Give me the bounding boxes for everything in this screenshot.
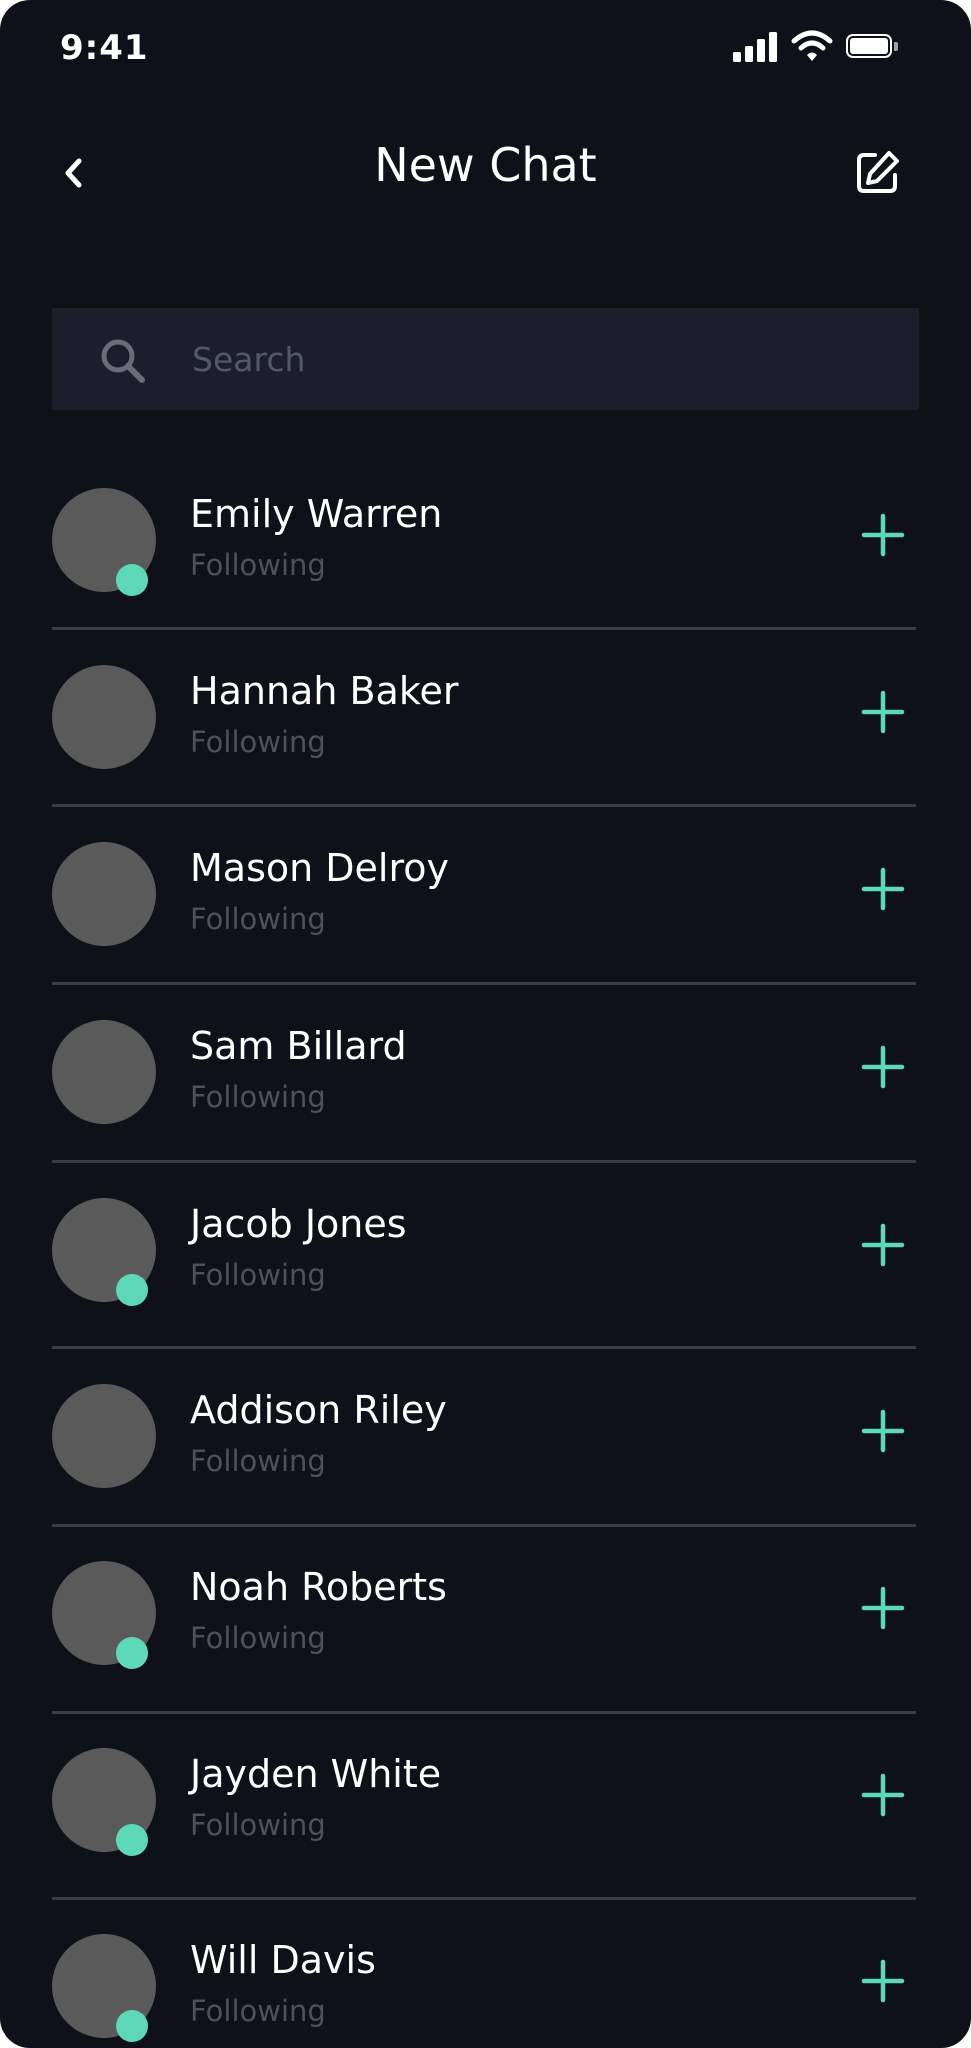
divider [52, 804, 916, 807]
contact-row[interactable]: Jayden White Following [52, 1748, 916, 1918]
contact-row[interactable]: Mason Delroy Following [52, 842, 916, 1012]
contact-name: Sam Billard [190, 1024, 407, 1068]
online-status-dot [116, 1824, 148, 1856]
contact-row[interactable]: Emily Warren Following [52, 488, 916, 658]
plus-icon [861, 1409, 905, 1453]
plus-icon [861, 690, 905, 734]
divider [52, 1160, 916, 1163]
add-contact-button[interactable] [860, 1222, 906, 1268]
plus-icon [861, 1223, 905, 1267]
contact-status: Following [190, 1444, 326, 1478]
plus-icon [861, 1959, 905, 2003]
contact-row[interactable]: Sam Billard Following [52, 1020, 916, 1190]
divider [52, 982, 916, 985]
add-contact-button[interactable] [860, 1958, 906, 2004]
contact-name: Will Davis [190, 1938, 376, 1982]
contact-name: Hannah Baker [190, 669, 459, 713]
plus-icon [861, 1586, 905, 1630]
contact-status: Following [190, 1621, 326, 1655]
divider [52, 1346, 916, 1349]
contact-row[interactable]: Jacob Jones Following [52, 1198, 916, 1368]
contact-row[interactable]: Addison Riley Following [52, 1384, 916, 1554]
contact-row[interactable]: Hannah Baker Following [52, 665, 916, 835]
contact-status: Following [190, 1258, 326, 1292]
divider [52, 1524, 916, 1527]
add-contact-button[interactable] [860, 1044, 906, 1090]
plus-icon [861, 867, 905, 911]
contact-status: Following [190, 1808, 326, 1842]
contact-name: Emily Warren [190, 492, 443, 536]
online-status-dot [116, 1637, 148, 1669]
contact-status: Following [190, 725, 326, 759]
avatar [52, 1384, 156, 1488]
contact-name: Jayden White [190, 1752, 442, 1796]
contact-status: Following [190, 1080, 326, 1114]
contact-status: Following [190, 902, 326, 936]
avatar [52, 1020, 156, 1124]
phone-screen: 9:41 New Chat Search Emily Warren Follow… [0, 0, 971, 2048]
avatar [52, 665, 156, 769]
contact-row[interactable]: Noah Roberts Following [52, 1561, 916, 1731]
contact-list: Emily Warren Following Hannah Baker Followi… [0, 0, 971, 2048]
add-contact-button[interactable] [860, 1585, 906, 1631]
online-status-dot [116, 1274, 148, 1306]
contact-status: Following [190, 548, 326, 582]
contact-name: Addison Riley [190, 1388, 447, 1432]
add-contact-button[interactable] [860, 866, 906, 912]
contact-name: Jacob Jones [190, 1202, 407, 1246]
add-contact-button[interactable] [860, 1408, 906, 1454]
contact-name: Mason Delroy [190, 846, 450, 890]
divider [52, 627, 916, 630]
plus-icon [861, 1045, 905, 1089]
online-status-dot [116, 564, 148, 596]
add-contact-button[interactable] [860, 1772, 906, 1818]
avatar [52, 842, 156, 946]
contact-name: Noah Roberts [190, 1565, 447, 1609]
contact-status: Following [190, 1994, 326, 2028]
add-contact-button[interactable] [860, 689, 906, 735]
divider [52, 1711, 916, 1714]
divider [52, 1897, 916, 1900]
online-status-dot [116, 2010, 148, 2042]
add-contact-button[interactable] [860, 512, 906, 558]
plus-icon [861, 513, 905, 557]
contact-row[interactable]: Will Davis Following [52, 1934, 916, 2048]
plus-icon [861, 1773, 905, 1817]
